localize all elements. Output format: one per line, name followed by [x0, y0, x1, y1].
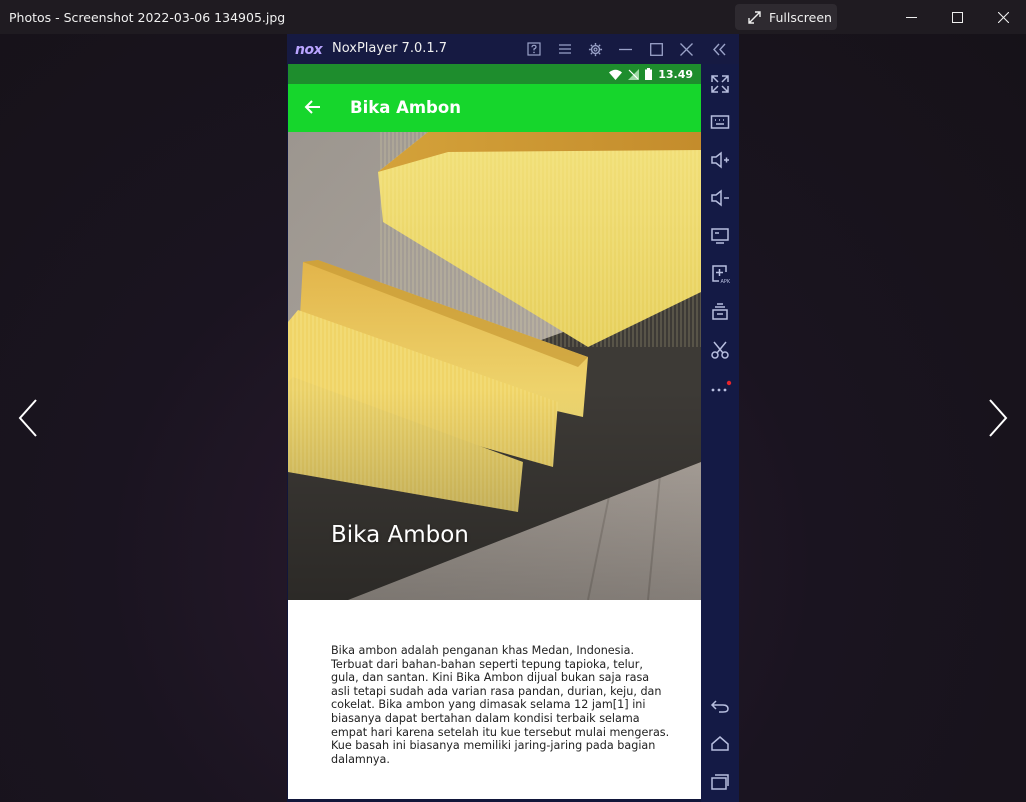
minimize-icon	[905, 16, 917, 18]
wifi-icon	[609, 69, 623, 80]
nox-keyboard-button[interactable]	[710, 112, 730, 132]
expand-arrows-icon	[711, 75, 729, 93]
nox-recents-button[interactable]	[710, 772, 730, 792]
nox-maximize-button[interactable]	[646, 39, 666, 59]
close-button[interactable]	[980, 0, 1026, 34]
help-icon	[527, 42, 541, 56]
nox-fullscreen-button[interactable]	[710, 74, 730, 94]
home-icon	[711, 736, 729, 751]
chevron-left-icon	[18, 399, 37, 437]
description-text: Bika ambon adalah penganan khas Medan, I…	[331, 644, 670, 766]
nox-toolbar: APK	[701, 64, 739, 802]
page-title: Bika Ambon	[350, 98, 461, 117]
expand-icon	[748, 10, 761, 24]
app-bar: Bika Ambon	[288, 84, 701, 132]
monitor-icon	[711, 228, 729, 244]
nox-volume-down-button[interactable]	[710, 188, 730, 208]
back-button[interactable]	[302, 96, 324, 118]
more-dots-icon	[711, 380, 732, 392]
nox-home-button[interactable]	[710, 734, 730, 754]
nox-multi-instance-button[interactable]	[710, 302, 730, 322]
double-chevron-left-icon	[712, 43, 726, 55]
chevron-right-icon	[989, 399, 1008, 437]
no-signal-icon	[628, 68, 640, 80]
battery-icon	[645, 68, 653, 80]
nox-help-button[interactable]	[524, 39, 544, 59]
nox-screen-button[interactable]	[710, 226, 730, 246]
window-title: Photos - Screenshot 2022-03-06 134905.jp…	[9, 9, 286, 25]
nox-titlebar: nox NoxPlayer 7.0.1.7	[287, 34, 739, 64]
scissors-icon	[711, 341, 729, 359]
next-photo-button[interactable]	[986, 398, 1010, 438]
keyboard-icon	[710, 115, 730, 129]
gear-icon	[588, 42, 602, 56]
maximize-button[interactable]	[934, 0, 980, 34]
maximize-icon	[649, 42, 663, 56]
recents-icon	[711, 774, 729, 790]
nox-back-button[interactable]	[710, 696, 730, 716]
svg-text:APK: APK	[721, 279, 731, 284]
fullscreen-button[interactable]: Fullscreen	[735, 4, 837, 30]
minimize-button[interactable]	[888, 0, 934, 34]
nox-settings-button[interactable]	[585, 39, 605, 59]
nox-volume-up-button[interactable]	[710, 150, 730, 170]
back-icon	[710, 700, 729, 713]
volume-up-icon	[711, 151, 729, 169]
nox-title: NoxPlayer 7.0.1.7	[332, 41, 448, 56]
nox-collapse-sidebar-button[interactable]	[709, 39, 729, 59]
menu-icon	[559, 44, 571, 54]
previous-photo-button[interactable]	[16, 398, 40, 438]
maximize-icon	[951, 11, 963, 23]
photos-titlebar: Photos - Screenshot 2022-03-06 134905.jp…	[0, 0, 1026, 34]
add-apk-icon: APK	[712, 265, 731, 285]
android-screen: 13.49 Bika Ambon Bika Ambon Bika ambon a…	[288, 64, 701, 799]
nox-logo: nox	[295, 42, 323, 58]
noxplayer-window: nox NoxPlayer 7.0.1.7 APK 13.49 Bika Amb…	[287, 34, 739, 802]
nox-menu-button[interactable]	[555, 39, 575, 59]
close-icon	[997, 11, 1009, 23]
stack-icon	[712, 303, 728, 320]
hero-caption: Bika Ambon	[331, 522, 469, 548]
nox-close-button[interactable]	[676, 39, 696, 59]
hero-image: Bika Ambon	[288, 132, 701, 600]
status-time: 13.49	[658, 67, 693, 81]
android-status-bar: 13.49	[288, 64, 701, 84]
minimize-icon	[618, 48, 632, 50]
volume-down-icon	[711, 189, 729, 207]
nox-apk-button[interactable]: APK	[710, 264, 731, 285]
arrow-left-icon	[304, 100, 320, 114]
nox-screenshot-button[interactable]	[710, 340, 730, 360]
fullscreen-label: Fullscreen	[769, 9, 832, 25]
nox-more-button[interactable]	[710, 378, 732, 398]
close-icon	[679, 42, 693, 56]
nox-minimize-button[interactable]	[615, 39, 635, 59]
